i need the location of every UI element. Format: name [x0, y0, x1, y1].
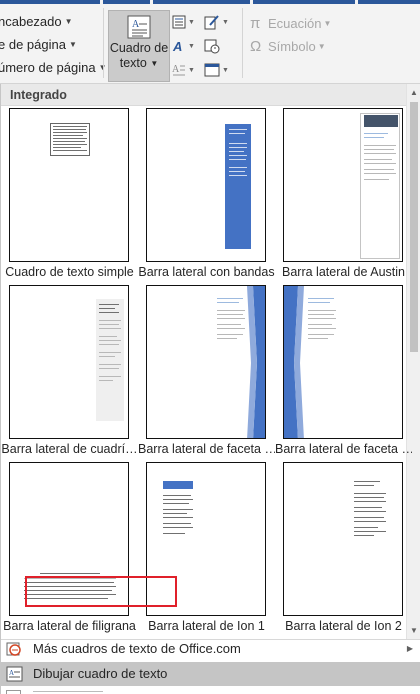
group-divider [242, 8, 243, 78]
chevron-down-icon: ▼ [222, 66, 229, 74]
pi-icon: π [250, 15, 261, 32]
tile-preview [146, 108, 266, 262]
draw-text-box-label: Dibujar cuadro de texto [33, 666, 168, 681]
wordart-button[interactable]: A ▼ [172, 36, 202, 56]
more-text-boxes-menu-item[interactable]: Más cuadros de texto de Office.com ▶ [1, 637, 420, 661]
section-header: Integrado [1, 84, 407, 106]
chevron-down-icon: ▼ [222, 18, 229, 26]
wordart-icon: A [172, 39, 182, 53]
text-box-icon: A [127, 15, 151, 39]
svg-text:A: A [9, 669, 14, 677]
tile-label: Barra lateral con bandas [138, 265, 275, 279]
drop-cap-button[interactable]: A ▼ [172, 60, 202, 80]
chevron-down-icon: ▼ [188, 66, 195, 74]
gallery-tile-faceta-right[interactable]: Barra lateral de faceta … [275, 285, 412, 462]
equation-label: Ecuación [268, 16, 322, 31]
tile-preview [283, 285, 403, 439]
faceta-shape [247, 286, 265, 438]
footer-dropdown[interactable]: e de página ▼ [0, 33, 102, 56]
tile-label: Cuadro de texto simple [5, 265, 134, 279]
chevron-down-icon: ▼ [188, 42, 195, 50]
chevron-down-icon: ▼ [317, 42, 326, 51]
tile-preview [9, 108, 129, 262]
gallery-tile-ion1[interactable]: Barra lateral de Ion 1 [138, 462, 275, 639]
header-label: ncabezado [0, 14, 62, 29]
tile-preview [9, 285, 129, 439]
gallery-tile-austin[interactable]: Barra lateral de Austin [275, 108, 412, 285]
tile-preview [283, 108, 403, 262]
symbols-group: π Ecuación ▼ Ω Símbolo ▼ [250, 12, 370, 58]
tile-label: Barra lateral de Austin [282, 265, 405, 279]
drop-cap-icon: A [172, 64, 185, 76]
tile-label: Barra lateral de cuadrí… [1, 442, 138, 456]
svg-text:A: A [172, 64, 180, 75]
gallery-tile-faceta-left[interactable]: Barra lateral de faceta … [138, 285, 275, 462]
signature-icon [204, 15, 219, 30]
header-footer-group: ncabezado▼ e de página▼ úmero de página▼ [0, 10, 107, 79]
tile-label: Barra lateral de faceta … [138, 442, 275, 456]
draw-text-box-icon: A [6, 666, 23, 682]
tile-label: Barra lateral de faceta … [275, 442, 412, 456]
symbol-button[interactable]: Ω Símbolo ▼ [250, 35, 370, 58]
svg-text:A: A [172, 39, 182, 53]
more-text-boxes-label: Más cuadros de texto de Office.com [33, 641, 241, 656]
title-bar-strip [0, 0, 420, 4]
quick-parts-button[interactable]: ▼ [172, 12, 202, 32]
draw-text-box-menu-item[interactable]: A Dibujar cuadro de texto [1, 662, 420, 686]
ribbon: ncabezado▼ e de página▼ úmero de página▼… [0, 0, 420, 84]
tile-label: Barra lateral de Ion 1 [148, 619, 265, 633]
gallery-tile-filigrana[interactable]: Barra lateral de filigrana [1, 462, 138, 639]
omega-icon: Ω [250, 38, 262, 55]
calendar-clock-icon [204, 39, 220, 54]
gallery-tile-ion2[interactable]: Barra lateral de Ion 2 [275, 462, 412, 639]
signature-line-button[interactable]: ▼ [204, 12, 234, 32]
text-box-label-2: texto [119, 56, 147, 70]
chevron-down-icon: ▼ [150, 59, 159, 68]
group-divider [103, 8, 104, 78]
scroll-up-icon[interactable]: ▲ [409, 88, 419, 98]
header-dropdown[interactable]: ncabezado ▼ [0, 10, 102, 33]
equation-button[interactable]: π Ecuación ▼ [250, 12, 370, 35]
office-online-icon [6, 642, 21, 656]
chevron-right-icon: ▶ [406, 644, 413, 653]
svg-text:A: A [132, 19, 140, 30]
gallery-tile-cuadricula[interactable]: Barra lateral de cuadrí… [1, 285, 138, 462]
object-button[interactable]: ▼ [204, 60, 234, 80]
gallery-tile-bandas[interactable]: Barra lateral con bandas [138, 108, 275, 285]
quick-parts-icon [172, 15, 186, 29]
tile-label: Barra lateral de Ion 2 [285, 619, 402, 633]
page-number-label: úmero de página [0, 60, 96, 75]
faceta-shape [284, 286, 304, 438]
menu-overflow [1, 688, 420, 694]
chevron-down-icon: ▼ [188, 18, 195, 26]
chevron-down-icon: ▼ [68, 40, 77, 49]
chevron-down-icon: ▼ [323, 19, 332, 28]
gallery-tile-simple[interactable]: Cuadro de texto simple [1, 108, 138, 285]
chevron-down-icon: ▼ [64, 17, 73, 26]
tile-preview [146, 285, 266, 439]
footer-label: e de página [0, 37, 66, 52]
symbol-label: Símbolo [268, 39, 316, 54]
text-box-label-1: Cuadro de [109, 41, 169, 55]
tile-preview [283, 462, 403, 616]
tile-label: Barra lateral de filigrana [3, 619, 136, 633]
text-box-button[interactable]: A Cuadro de texto ▼ [108, 10, 170, 82]
object-icon [204, 63, 220, 77]
insert-icons-group: ▼ ▼ A ▼ A ▼ ▼ [172, 12, 238, 78]
page-number-dropdown[interactable]: úmero de página▼ [0, 56, 107, 79]
highlight-outline [25, 576, 177, 607]
text-box-label-2-wrap: texto ▼ [109, 56, 169, 71]
date-time-button[interactable] [204, 36, 234, 56]
